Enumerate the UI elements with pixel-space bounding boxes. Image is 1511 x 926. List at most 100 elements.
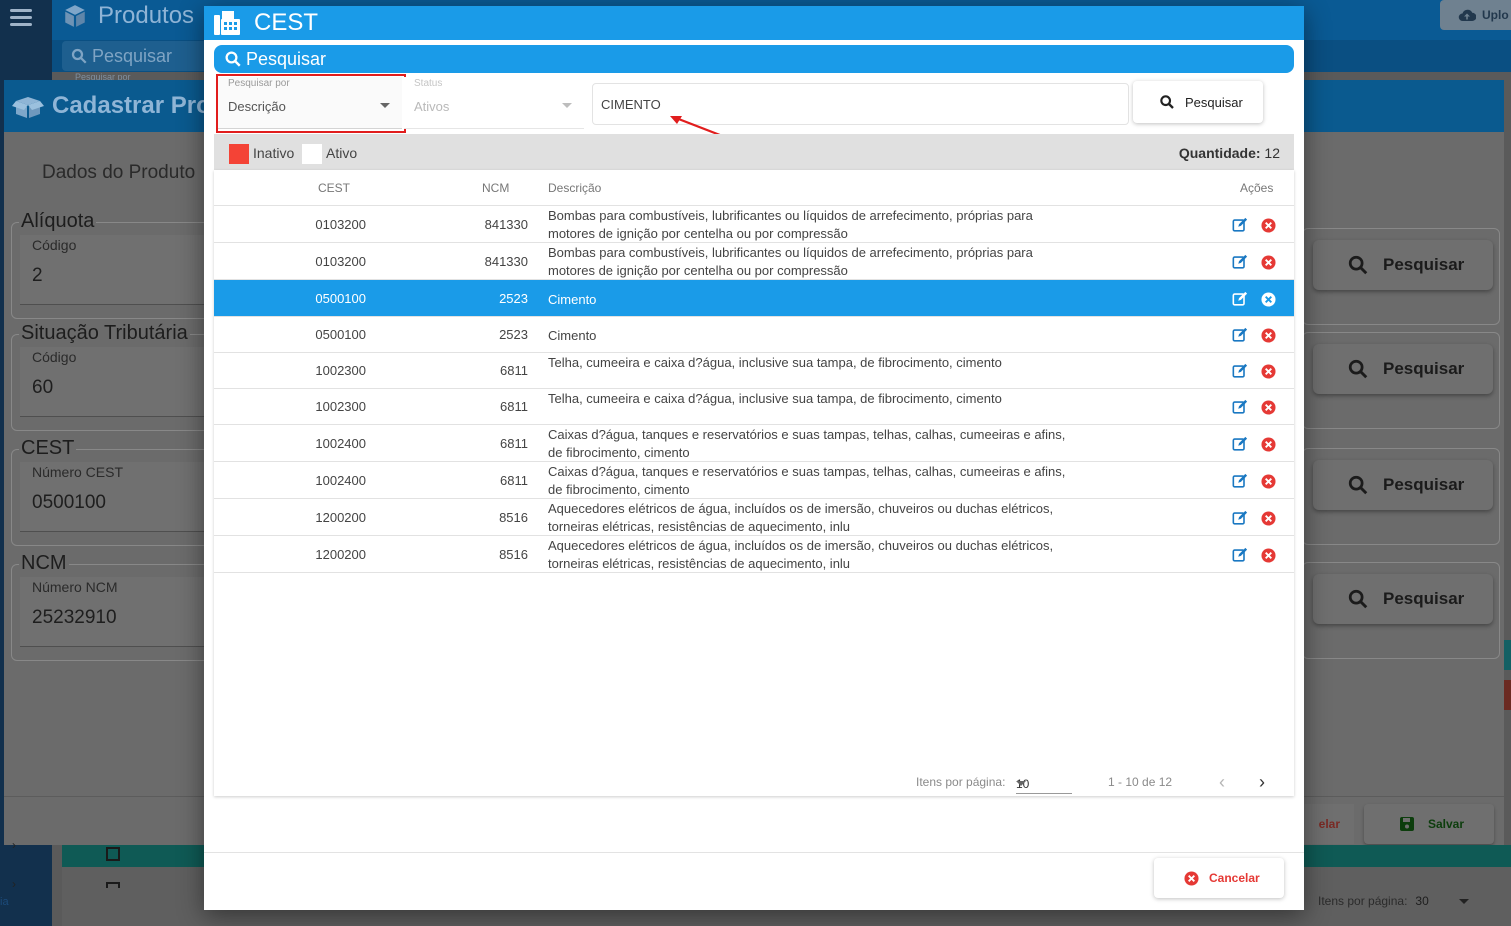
- pesquisar-button-bg[interactable]: Pesquisar: [1313, 574, 1493, 624]
- delete-icon[interactable]: [1261, 328, 1277, 344]
- cell-cest: 0103200: [315, 217, 366, 232]
- table-row[interactable]: 0103200 841330 Bombas para combustíveis, l…: [214, 243, 1294, 280]
- chevron-left-icon[interactable]: ‹: [1219, 772, 1225, 793]
- cell-ncm: 8516: [499, 547, 528, 562]
- checkbox[interactable]: [106, 882, 120, 888]
- inativo-swatch: [229, 144, 249, 164]
- th-cest: CEST: [318, 181, 351, 195]
- delete-icon[interactable]: [1261, 364, 1277, 380]
- field-label: Número CEST: [32, 464, 124, 480]
- cell-ncm: 2523: [499, 291, 528, 306]
- chevron-right-icon[interactable]: ›: [1259, 772, 1265, 793]
- cancel-button-bg[interactable]: elar: [1300, 804, 1354, 844]
- edit-icon[interactable]: [1232, 547, 1250, 565]
- cell-descricao: Aquecedores elétricos de água, incluídos…: [548, 538, 1054, 571]
- delete-icon[interactable]: [1261, 437, 1277, 453]
- cancel-button[interactable]: Cancelar: [1154, 858, 1284, 898]
- table-row[interactable]: 1002400 6811 Caixas d?água, tanques e rese…: [214, 462, 1294, 499]
- situacao-field[interactable]: Código 60: [20, 347, 230, 417]
- status-select[interactable]: Status Ativos: [404, 77, 584, 129]
- pesquisar-button-bg[interactable]: Pesquisar: [1313, 240, 1493, 290]
- search-icon: [71, 48, 87, 64]
- delete-icon[interactable]: [1261, 255, 1277, 271]
- table-row[interactable]: 0103200 841330 Bombas para combustíveis, l…: [214, 206, 1294, 243]
- chevron-down-icon: [562, 103, 572, 108]
- menu-icon[interactable]: [10, 9, 32, 27]
- delete-icon[interactable]: [1261, 548, 1277, 564]
- save-button[interactable]: Salvar: [1364, 804, 1494, 844]
- ativo-swatch: [302, 144, 322, 164]
- group-legend: CEST: [19, 437, 77, 460]
- right-card-4: Pesquisar: [1302, 562, 1500, 659]
- search-icon: [1348, 475, 1368, 495]
- chevron-down-icon: [1016, 781, 1026, 786]
- table-row[interactable]: 1002300 6811 Telha, cumeeira e caixa d?águ…: [214, 353, 1294, 389]
- field-value: 2: [32, 265, 43, 286]
- edit-icon[interactable]: [1232, 436, 1250, 454]
- right-card-1: Pesquisar: [1302, 228, 1500, 325]
- edit-icon[interactable]: [1232, 327, 1250, 345]
- modal-title: CEST: [254, 9, 319, 36]
- edit-icon[interactable]: [1232, 510, 1250, 528]
- pesquisar-button-bg[interactable]: Pesquisar: [1313, 460, 1493, 510]
- group-ncm: NCM Número NCM 25232910: [11, 552, 231, 661]
- delete-icon[interactable]: [1261, 474, 1277, 490]
- delete-icon[interactable]: [1261, 400, 1277, 416]
- items-per-page-label: Itens por página:: [916, 775, 1006, 789]
- close-circle-icon: [1184, 870, 1199, 886]
- cest-field[interactable]: Número CEST 0500100: [20, 462, 230, 532]
- app-search-button[interactable]: Pesquisar: [62, 41, 212, 71]
- modal-footer-divider: [204, 852, 1304, 853]
- highlight-box: [216, 74, 406, 133]
- pesquisar-label: Pesquisar: [1383, 255, 1465, 274]
- search-input[interactable]: [601, 97, 1111, 112]
- cell-ncm: 8516: [499, 510, 528, 525]
- group-legend: Alíquota: [19, 210, 97, 233]
- chevron-right-icon: ›: [12, 877, 16, 891]
- upload-label: Uplo: [1482, 8, 1509, 22]
- edit-icon[interactable]: [1232, 217, 1250, 235]
- pesquisar-button[interactable]: Pesquisar: [1133, 81, 1263, 123]
- group-cest: CEST Número CEST 0500100: [11, 437, 231, 546]
- upload-button[interactable]: Uplo: [1440, 0, 1511, 30]
- bg-side-label: ia: [0, 896, 9, 908]
- edit-icon[interactable]: [1232, 473, 1250, 491]
- items-per-page-select[interactable]: 10: [1016, 772, 1072, 794]
- right-card-2: Pesquisar: [1302, 332, 1500, 429]
- pesquisar-button-label: Pesquisar: [1185, 94, 1243, 110]
- table-row[interactable]: 1200200 8516 Aquecedores elétricos de água…: [214, 499, 1294, 536]
- aliquota-field[interactable]: Código 2: [20, 235, 230, 305]
- search-icon: [1348, 589, 1368, 609]
- table-row[interactable]: 1002400 6811 Caixas d?água, tanques e rese…: [214, 425, 1294, 462]
- cell-descricao: Caixas d?água, tanques e reservatórios e…: [548, 464, 1066, 497]
- edit-icon[interactable]: [1232, 291, 1250, 309]
- cell-cest: 0500100: [315, 327, 366, 342]
- cell-cest: 1002400: [315, 436, 366, 451]
- ncm-field[interactable]: Número NCM 25232910: [20, 577, 230, 647]
- delete-icon[interactable]: [1261, 511, 1277, 527]
- section-title: Dados do Produto: [42, 162, 196, 183]
- table-row[interactable]: 1200200 8516 Aquecedores elétricos de água…: [214, 536, 1294, 573]
- pesquisar-button-bg[interactable]: Pesquisar: [1313, 344, 1493, 394]
- modal-header: CEST: [204, 6, 1304, 40]
- table-row[interactable]: 0500100 2523 Cimento: [214, 317, 1294, 353]
- group-situacao: Situação Tributária Código 60: [11, 322, 231, 431]
- table-row[interactable]: 1002300 6811 Telha, cumeeira e caixa d?águ…: [214, 389, 1294, 425]
- th-acoes: Ações: [1240, 181, 1274, 195]
- edit-icon[interactable]: [1232, 254, 1250, 272]
- delete-icon[interactable]: [1261, 292, 1277, 308]
- cell-ncm: 841330: [484, 217, 528, 232]
- edit-icon[interactable]: [1232, 363, 1250, 381]
- quantidade: Quantidade: 12: [1179, 145, 1280, 161]
- checkbox[interactable]: [106, 847, 120, 861]
- side-strip: [1504, 640, 1511, 670]
- app-search-label: Pesquisar: [92, 45, 173, 66]
- delete-icon[interactable]: [1261, 218, 1277, 234]
- cell-descricao: Bombas para combustíveis, lubrificantes …: [548, 245, 1033, 278]
- search-icon: [1348, 255, 1368, 275]
- cell-ncm: 2523: [499, 327, 528, 342]
- edit-icon[interactable]: [1232, 399, 1250, 417]
- table-row[interactable]: 0500100 2523 Cimento: [214, 280, 1294, 317]
- bg-items-per-page-value[interactable]: 30: [1415, 894, 1428, 908]
- box-icon: [65, 5, 85, 27]
